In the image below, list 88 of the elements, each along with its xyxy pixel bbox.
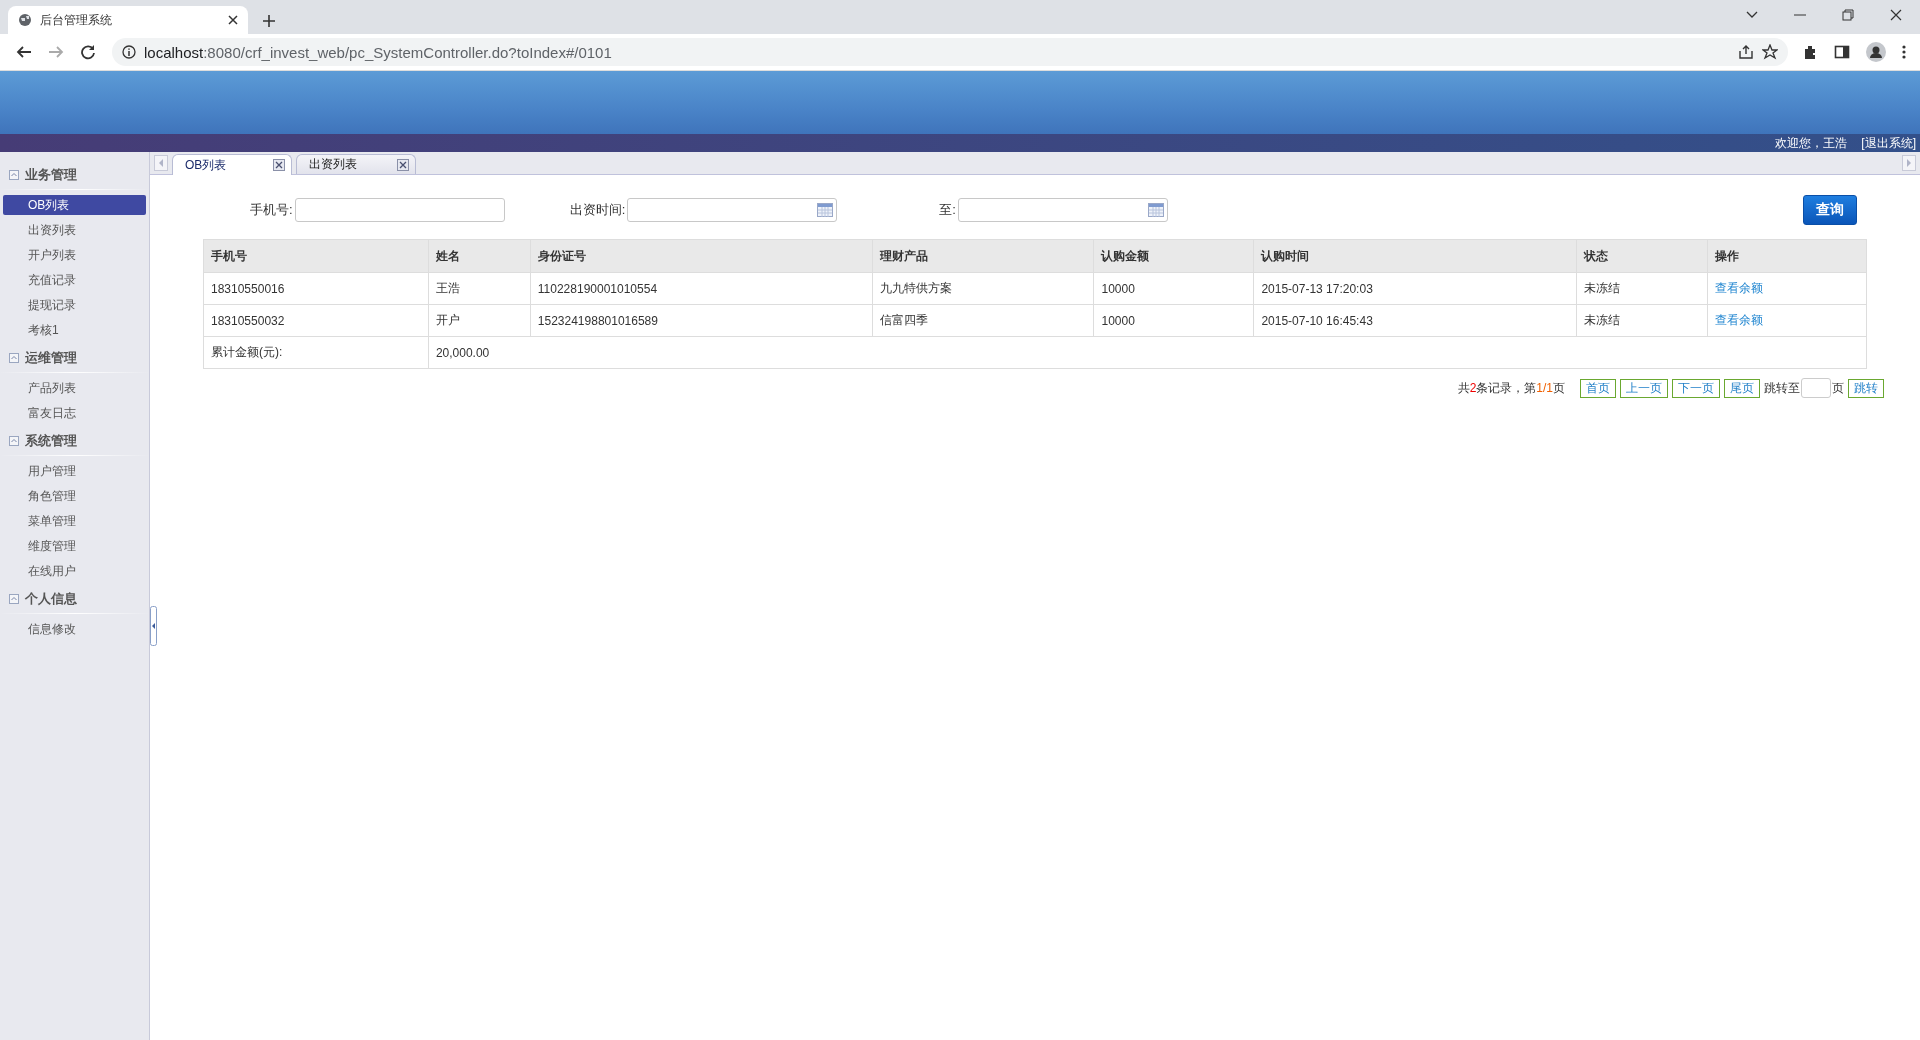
info-icon bbox=[122, 45, 136, 59]
table-cell: 王浩 bbox=[428, 272, 531, 305]
menu-group-title[interactable]: 业务管理 bbox=[25, 166, 77, 184]
welcome-text: 欢迎您，王浩 bbox=[1775, 134, 1848, 152]
calendar-icon[interactable] bbox=[817, 203, 834, 217]
table-cell: 18310550016 bbox=[203, 272, 429, 305]
tab-close-icon[interactable] bbox=[273, 159, 285, 171]
share-icon[interactable] bbox=[1738, 44, 1754, 60]
logout-link[interactable]: [退出系统] bbox=[1861, 134, 1916, 152]
first-page-button[interactable]: 首页 bbox=[1580, 378, 1616, 398]
sidebar-item[interactable]: 出资列表 bbox=[3, 220, 146, 240]
close-icon[interactable] bbox=[228, 15, 238, 25]
start-date-field[interactable] bbox=[627, 198, 838, 222]
jump-label: 跳转至 bbox=[1764, 379, 1800, 397]
globe-icon bbox=[18, 13, 32, 27]
browser-tab[interactable]: 后台管理系统 bbox=[8, 6, 248, 34]
phone-field[interactable] bbox=[294, 198, 505, 222]
sidebar-item[interactable]: 用户管理 bbox=[3, 461, 146, 481]
jump-button[interactable]: 跳转 bbox=[1848, 378, 1884, 398]
sidebar-item[interactable]: 角色管理 bbox=[3, 486, 146, 506]
search-button[interactable]: 查询 bbox=[1803, 195, 1857, 225]
total-value: 20,000.00 bbox=[428, 336, 1867, 369]
close-icon[interactable] bbox=[1890, 9, 1902, 21]
table-cell: 2015-07-10 16:45:43 bbox=[1253, 304, 1577, 337]
restore-icon[interactable] bbox=[1842, 9, 1854, 21]
table-cell: 2015-07-13 17:20:03 bbox=[1253, 272, 1577, 305]
sidebar-item[interactable]: 开户列表 bbox=[3, 245, 146, 265]
calendar-icon[interactable] bbox=[1147, 203, 1164, 217]
page-unit: 页 bbox=[1832, 379, 1844, 397]
table-cell: 10000 bbox=[1093, 272, 1254, 305]
column-header: 操作 bbox=[1707, 239, 1867, 273]
table-cell: 未冻结 bbox=[1576, 272, 1708, 305]
side-panel-icon[interactable] bbox=[1834, 44, 1850, 60]
total-label: 累计金额(元): bbox=[203, 336, 429, 369]
puzzle-icon[interactable] bbox=[1802, 44, 1818, 60]
view-balance-link[interactable]: 查看余额 bbox=[1715, 281, 1764, 295]
sidebar-item[interactable]: OB列表 bbox=[3, 195, 146, 215]
menu-icon[interactable] bbox=[1902, 44, 1906, 60]
profile-icon[interactable] bbox=[1866, 42, 1886, 62]
column-header: 认购金额 bbox=[1093, 239, 1254, 273]
tab-close-icon[interactable] bbox=[397, 158, 409, 171]
table-cell: 10000 bbox=[1093, 304, 1254, 337]
menu-group-title[interactable]: 个人信息 bbox=[25, 590, 77, 608]
column-header: 理财产品 bbox=[872, 239, 1094, 273]
sidebar-item[interactable]: 维度管理 bbox=[3, 536, 146, 556]
page-tab[interactable]: 出资列表 bbox=[296, 154, 416, 174]
reload-icon[interactable] bbox=[80, 44, 96, 60]
sidebar-item[interactable]: 提现记录 bbox=[3, 295, 146, 315]
last-page-button[interactable]: 尾页 bbox=[1724, 378, 1760, 398]
column-header: 认购时间 bbox=[1253, 239, 1577, 273]
sidebar-item[interactable]: 充值记录 bbox=[3, 270, 146, 290]
column-header: 手机号 bbox=[203, 239, 429, 273]
column-header: 姓名 bbox=[428, 239, 531, 273]
sidebar-item[interactable]: 在线用户 bbox=[3, 561, 146, 581]
back-icon[interactable] bbox=[16, 44, 32, 60]
chevron-down-icon[interactable] bbox=[1746, 11, 1758, 19]
collapse-handle-icon[interactable] bbox=[150, 606, 157, 646]
page-tab[interactable]: OB列表 bbox=[172, 154, 292, 175]
table-cell: 未冻结 bbox=[1576, 304, 1708, 337]
phone-label: 手机号: bbox=[250, 201, 293, 219]
url-text: localhost:8080/crf_invest_web/pc_SystemController.do?toIndex#/0101 bbox=[144, 43, 612, 61]
table-cell: 九九特供方案 bbox=[872, 272, 1094, 305]
table-cell: 18310550032 bbox=[203, 304, 429, 337]
prev-page-button[interactable]: 上一页 bbox=[1620, 378, 1668, 398]
sidebar-item[interactable]: 考核1 bbox=[3, 320, 146, 340]
column-header: 身份证号 bbox=[530, 239, 873, 273]
record-summary: 共2条记录，第1/1页 bbox=[1457, 379, 1565, 397]
tab-title: 后台管理系统 bbox=[40, 11, 113, 29]
end-date-field[interactable] bbox=[957, 198, 1168, 222]
page-number-field[interactable] bbox=[1801, 378, 1831, 398]
table-cell: 开户 bbox=[428, 304, 531, 337]
start-date-label: 出资时间: bbox=[569, 201, 626, 219]
star-icon[interactable] bbox=[1762, 44, 1778, 60]
sidebar-item[interactable]: 信息修改 bbox=[3, 619, 146, 639]
table-cell: 信富四季 bbox=[872, 304, 1094, 337]
table-cell: 152324198801016589 bbox=[530, 304, 873, 337]
new-tab-icon[interactable] bbox=[262, 14, 276, 28]
address-bar[interactable]: localhost:8080/crf_invest_web/pc_SystemController.do?toIndex#/0101 bbox=[112, 38, 1788, 66]
menu-group-title[interactable]: 系统管理 bbox=[25, 432, 77, 450]
sidebar-item[interactable]: 菜单管理 bbox=[3, 511, 146, 531]
next-page-button[interactable]: 下一页 bbox=[1672, 378, 1720, 398]
end-date-label: 至: bbox=[939, 201, 956, 219]
table-cell: 110228190001010554 bbox=[530, 272, 873, 305]
sidebar-item[interactable]: 产品列表 bbox=[3, 378, 146, 398]
view-balance-link[interactable]: 查看余额 bbox=[1715, 313, 1764, 327]
column-header: 状态 bbox=[1576, 239, 1708, 273]
sidebar-item[interactable]: 富友日志 bbox=[3, 403, 146, 423]
menu-group-title[interactable]: 运维管理 bbox=[25, 349, 77, 367]
